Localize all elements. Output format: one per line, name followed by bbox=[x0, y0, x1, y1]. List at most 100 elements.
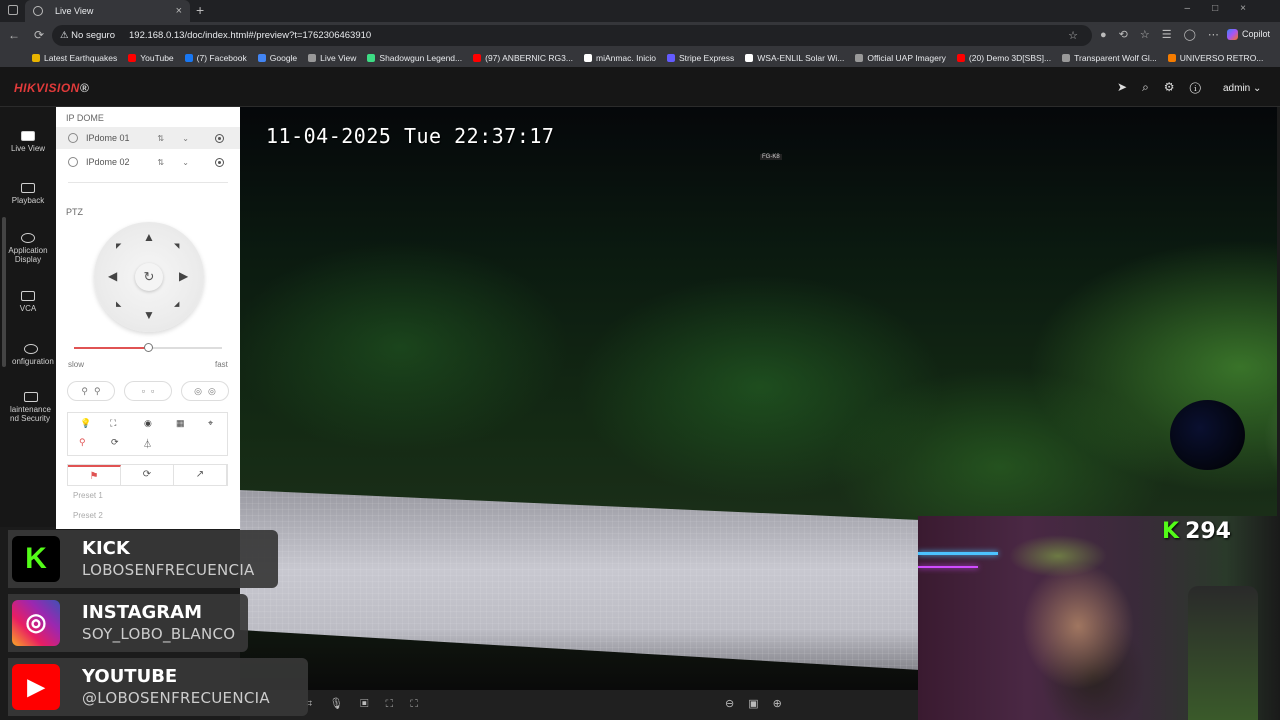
nav-label: VCA bbox=[19, 304, 37, 313]
bookmark-item[interactable]: WSA-ENLIL Solar Wi... bbox=[745, 53, 844, 63]
logo-brand: HIKVISION bbox=[14, 81, 80, 95]
bookmark-item[interactable]: Transparent Wolf Gl... bbox=[1062, 53, 1157, 63]
bookmark-favicon-icon bbox=[855, 54, 864, 62]
video-walkway bbox=[240, 490, 920, 670]
bookmark-item[interactable]: Shadowgun Legend... bbox=[367, 53, 462, 63]
tab-patrol[interactable]: ⟳ bbox=[121, 465, 174, 485]
header-icons[interactable]: ➤⌕⚙ⓘ bbox=[1117, 80, 1216, 95]
nav-maintenance-security[interactable]: laintenance nd Security bbox=[0, 392, 56, 423]
bookmark-item[interactable]: (7) Facebook bbox=[184, 53, 247, 63]
focus-frame-icon[interactable]: ⛶ bbox=[110, 418, 116, 429]
divider bbox=[68, 182, 228, 183]
preset-item[interactable]: Preset 1 bbox=[73, 491, 103, 500]
video-right-tools[interactable]: ⊖▣⊕ bbox=[725, 697, 796, 710]
refresh-icon[interactable]: ⟳ bbox=[111, 437, 119, 448]
record-icon[interactable] bbox=[215, 133, 224, 143]
wiper-icon[interactable]: ⏃ bbox=[143, 437, 152, 450]
ptz-auto-rotate-icon[interactable]: ↻ bbox=[135, 263, 163, 291]
ptz-left-icon[interactable]: ◀ bbox=[108, 269, 117, 283]
bookmark-favicon-icon bbox=[184, 54, 193, 62]
ptz-up-right-icon[interactable]: ◥ bbox=[174, 242, 179, 250]
bookmark-star-icon[interactable]: ☆ bbox=[1068, 29, 1078, 42]
camera-icon bbox=[68, 157, 78, 167]
bookmark-item[interactable]: YouTube bbox=[128, 53, 174, 63]
extension-icons[interactable]: ●⟲☆☰◯⋯ bbox=[1100, 28, 1231, 41]
url-text[interactable]: 192.168.0.13/doc/index.html#/preview?t=1… bbox=[129, 30, 371, 41]
preset-item[interactable]: Preset 2 bbox=[73, 511, 103, 520]
copilot-button[interactable]: Copilot bbox=[1226, 29, 1270, 41]
tab-menu-icon[interactable] bbox=[8, 5, 18, 15]
instagram-title: INSTAGRAM bbox=[82, 602, 203, 623]
new-tab-icon[interactable]: + bbox=[196, 2, 204, 18]
lens-init-icon[interactable]: ◉ bbox=[144, 418, 152, 429]
ptz-tool-grid: 💡 ⛶ ◉ ▦ ⌖ ⚲ ⟳ ⏃ bbox=[67, 412, 228, 456]
user-menu[interactable]: admin ⌄ bbox=[1223, 83, 1261, 94]
slider-fill bbox=[74, 347, 148, 349]
security-indicator[interactable]: ⚠ No seguro bbox=[60, 30, 115, 41]
security-label: No seguro bbox=[71, 30, 115, 41]
camera-label: IPdome 01 bbox=[86, 133, 130, 143]
settings-icon[interactable]: ⚙ bbox=[1164, 80, 1190, 94]
nav-buttons[interactable]: ←⟳ bbox=[8, 28, 58, 42]
bookmark-label: Latest Earthquakes bbox=[44, 53, 118, 63]
nav-label: laintenance nd Security bbox=[10, 405, 51, 423]
bookmark-item[interactable]: (20) Demo 3D[SBS]... bbox=[956, 53, 1051, 63]
bookmark-item[interactable]: miAnmac. Inicio bbox=[583, 53, 656, 63]
nav-live-view[interactable]: Live View bbox=[0, 131, 56, 153]
nav-vca[interactable]: VCA bbox=[0, 291, 56, 313]
bookmark-favicon-icon bbox=[473, 54, 482, 62]
address-bar[interactable]: ⚠ No seguro 192.168.0.13/doc/index.html#… bbox=[52, 25, 1092, 46]
window-controls[interactable]: –□× bbox=[1185, 3, 1268, 14]
browser-tab[interactable]: Live View × bbox=[25, 0, 190, 22]
bookmark-label: UNIVERSO RETRO... bbox=[1179, 53, 1264, 63]
bookmark-item[interactable]: Latest Earthquakes bbox=[32, 53, 117, 63]
light-icon[interactable]: 💡 bbox=[80, 418, 91, 429]
stream-toggle[interactable]: ⇅ ⌄ bbox=[157, 134, 197, 143]
ptz-down-left-icon[interactable]: ◣ bbox=[116, 300, 121, 308]
slider-knob[interactable] bbox=[144, 343, 153, 352]
grid-icon[interactable]: ▦ bbox=[176, 418, 185, 429]
record-icon[interactable] bbox=[215, 157, 224, 167]
stream-toggle[interactable]: ⇅ ⌄ bbox=[157, 158, 197, 167]
bookmark-item[interactable]: UNIVERSO RETRO... bbox=[1167, 53, 1264, 63]
nav-configuration[interactable]: onfiguration bbox=[0, 344, 56, 366]
focus-buttons[interactable]: ▫▫ bbox=[124, 381, 172, 401]
ptz-down-right-icon[interactable]: ◢ bbox=[174, 300, 179, 308]
ptz-dpad[interactable]: ▲ ▼ ◀ ▶ ◤ ◥ ◣ ◢ ↻ bbox=[94, 222, 204, 332]
speed-slow-label: slow bbox=[68, 360, 85, 369]
nav-playback[interactable]: Playback bbox=[0, 183, 56, 205]
ptz-down-icon[interactable]: ▼ bbox=[143, 308, 155, 322]
tab-presets[interactable]: ⚑ bbox=[68, 465, 121, 485]
zoom-area-icon[interactable]: ⚲ bbox=[79, 437, 86, 448]
zoom-buttons[interactable]: ⚲⚲ bbox=[67, 381, 115, 401]
nav-application-display[interactable]: Application Display bbox=[0, 233, 56, 264]
video-left-tools[interactable]: ⌗🎙▣⛶⛶ bbox=[306, 697, 435, 711]
neon-light bbox=[918, 552, 998, 555]
camera-item[interactable]: IPdome 01 ⇅ ⌄ bbox=[56, 127, 240, 149]
close-tab-icon[interactable]: × bbox=[176, 5, 182, 17]
camera-item[interactable]: IPdome 02 ⇅ ⌄ bbox=[56, 151, 240, 173]
ptz-right-icon[interactable]: ▶ bbox=[179, 269, 188, 283]
info-icon[interactable]: ⓘ bbox=[1190, 80, 1216, 94]
iris-buttons[interactable]: ◎◎ bbox=[181, 381, 229, 401]
bookmark-item[interactable]: Google bbox=[257, 53, 297, 63]
kick-count-value: 294 bbox=[1185, 519, 1231, 544]
search-icon[interactable]: ⌕ bbox=[1142, 80, 1164, 94]
bookmark-favicon-icon bbox=[308, 54, 317, 62]
bookmark-favicon-icon bbox=[32, 54, 40, 62]
tab-pattern[interactable]: ↗ bbox=[174, 465, 227, 485]
bookmark-item[interactable]: (97) ANBERNIC RG3... bbox=[473, 53, 573, 63]
tab-favicon-icon bbox=[33, 6, 43, 16]
ptz-up-left-icon[interactable]: ◤ bbox=[116, 242, 121, 250]
bookmark-item[interactable]: Official UAP Imagery bbox=[855, 53, 946, 63]
bookmark-item[interactable]: Stripe Express bbox=[666, 53, 734, 63]
bookmark-favicon-icon bbox=[257, 54, 266, 62]
bookmark-item[interactable]: Live View bbox=[308, 53, 356, 63]
ptz-up-icon[interactable]: ▲ bbox=[143, 230, 155, 244]
track-icon[interactable]: ⌖ bbox=[208, 418, 213, 429]
app-header: HIKVISION® ➤⌕⚙ⓘ admin ⌄ bbox=[0, 67, 1280, 107]
bookmark-favicon-icon bbox=[745, 54, 754, 62]
nav-label: onfiguration bbox=[12, 357, 54, 366]
send-icon[interactable]: ➤ bbox=[1117, 80, 1142, 94]
ptz-speed-slider[interactable] bbox=[74, 343, 222, 352]
